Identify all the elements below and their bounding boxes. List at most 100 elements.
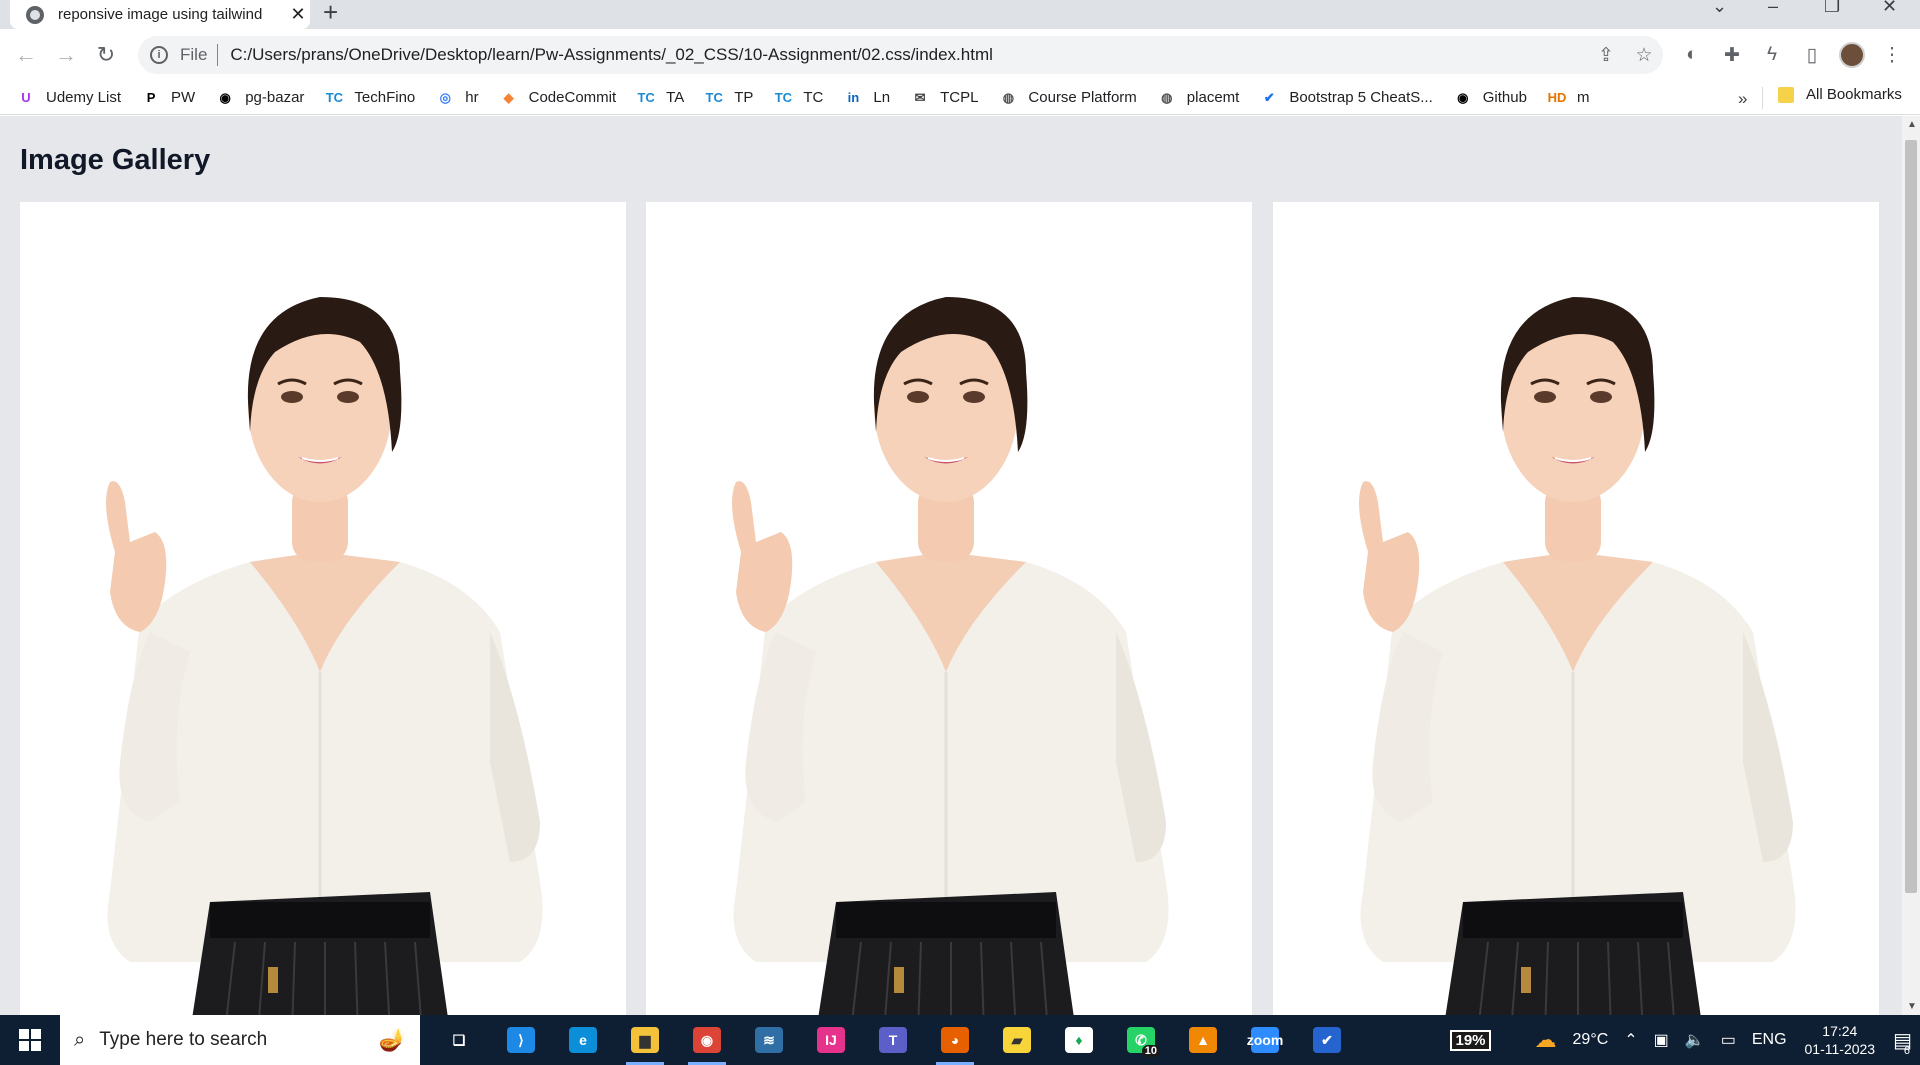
- edge-icon[interactable]: e: [552, 1015, 614, 1065]
- notification-icon[interactable]: ▤ 6: [1893, 1028, 1912, 1057]
- search-icon: ⌕: [74, 1028, 86, 1051]
- app-glyph: ▰: [1003, 1027, 1031, 1053]
- bookmark-item[interactable]: ◉ pg-bazar: [215, 88, 305, 108]
- reload-icon[interactable]: ↻: [86, 42, 126, 68]
- bookmark-item[interactable]: ◍ placemt: [1157, 88, 1239, 108]
- bookmark-label: TP: [734, 89, 754, 106]
- bookmark-item[interactable]: ✔ Bootstrap 5 CheatS...: [1259, 88, 1433, 108]
- task-view-icon[interactable]: ❏: [428, 1015, 490, 1065]
- browser-tab[interactable]: reponsive image using tailwind ✕: [10, 0, 310, 29]
- firefox-icon[interactable]: ◕: [924, 1015, 986, 1065]
- bookmark-item[interactable]: ◉ Github: [1453, 88, 1527, 108]
- battery-icon[interactable]: ▭: [1721, 1030, 1736, 1050]
- bookmark-item[interactable]: U Udemy List: [16, 88, 121, 108]
- bookmark-item[interactable]: HD m: [1547, 88, 1590, 108]
- todo-icon[interactable]: ✔: [1296, 1015, 1358, 1065]
- gallery-image: [20, 202, 626, 1015]
- profile-avatar[interactable]: [1832, 42, 1872, 68]
- all-bookmarks-button[interactable]: All Bookmarks: [1778, 86, 1902, 103]
- whatsapp-icon[interactable]: ✆ 10: [1110, 1015, 1172, 1065]
- all-bookmarks-label: All Bookmarks: [1806, 86, 1902, 103]
- taskbar-search[interactable]: ⌕ Type here to search 🪔: [60, 1015, 420, 1065]
- star-icon[interactable]: ☆: [1625, 44, 1663, 67]
- meet-now-icon[interactable]: ▣: [1654, 1030, 1669, 1050]
- bookmark-item[interactable]: ✉ TCPL: [910, 88, 979, 108]
- app-glyph: ▆: [631, 1027, 659, 1053]
- taskbar-apps: ❏ ⟩ e ▆ ◉ ≋ IJ T ◕ ▰ ♦ ✆ 10 ▲ zoom ✔: [428, 1015, 1358, 1065]
- close-tab-icon[interactable]: ✕: [286, 4, 310, 25]
- bookmark-item[interactable]: TC TC: [773, 88, 824, 108]
- bookmark-item[interactable]: TC TechFino: [324, 88, 416, 108]
- side-panel-icon[interactable]: ▯: [1792, 44, 1832, 67]
- spy-extension-icon[interactable]: ◐: [1672, 44, 1712, 66]
- clock[interactable]: 17:24 01-11-2023: [1805, 1022, 1876, 1058]
- restore-icon[interactable]: ❐: [1824, 0, 1840, 17]
- udemy-icon: U: [21, 90, 31, 105]
- scrollbar-thumb[interactable]: [1905, 140, 1917, 893]
- bookmarks-bar: U Udemy List P PW ◉ pg-bazar TC TechFino ◎ hr ◆ Cod…: [0, 81, 1920, 115]
- app-glyph: e: [569, 1027, 597, 1053]
- intellij-icon[interactable]: IJ: [800, 1015, 862, 1065]
- bookmark-item[interactable]: P PW: [141, 88, 196, 108]
- bookmark-label: TechFino: [354, 89, 416, 106]
- zoom-icon[interactable]: zoom: [1234, 1015, 1296, 1065]
- bookmark-label: CodeCommit: [528, 89, 617, 106]
- url-text[interactable]: C:/Users/prans/OneDrive/Desktop/learn/Pw…: [230, 45, 1587, 65]
- menu-icon[interactable]: ⋮: [1872, 44, 1912, 67]
- volume-icon[interactable]: 🔈: [1685, 1030, 1705, 1050]
- diwali-lamp-icon[interactable]: 🪔: [379, 1027, 406, 1053]
- globe-icon: [26, 5, 44, 24]
- codecommit-icon: ◆: [503, 89, 514, 105]
- tc-icon: TC: [637, 90, 655, 105]
- share-icon[interactable]: ⇪: [1587, 44, 1625, 67]
- new-tab-button[interactable]: +: [323, 0, 338, 28]
- tc-icon: TC: [774, 90, 793, 105]
- vertical-scrollbar[interactable]: ▲ ▼: [1902, 116, 1920, 1015]
- scroll-down-icon[interactable]: ▼: [1907, 1001, 1917, 1012]
- chrome-icon[interactable]: ◉: [676, 1015, 738, 1065]
- bookmark-label: Course Platform: [1028, 89, 1137, 106]
- chevron-down-icon[interactable]: ⌄: [1712, 0, 1727, 17]
- bookmark-item[interactable]: ◎ hr: [435, 88, 479, 108]
- app-glyph: ◕: [941, 1027, 969, 1053]
- bookmark-item[interactable]: ◆ CodeCommit: [499, 88, 617, 108]
- more-bookmarks-icon[interactable]: »: [1738, 89, 1747, 109]
- bookmark-item[interactable]: ◍ Course Platform: [998, 88, 1137, 108]
- weather-temp[interactable]: 29°C: [1573, 1031, 1609, 1049]
- puzzle-icon[interactable]: ✚: [1712, 44, 1752, 67]
- info-icon[interactable]: i: [150, 46, 168, 64]
- mysql-workbench-icon[interactable]: ≋: [738, 1015, 800, 1065]
- language-indicator[interactable]: ENG: [1752, 1031, 1787, 1049]
- weather-icon[interactable]: ☁: [1535, 1027, 1557, 1053]
- minimize-icon[interactable]: –: [1768, 0, 1778, 17]
- forward-icon[interactable]: →: [46, 42, 86, 68]
- mongodb-compass-icon[interactable]: ♦: [1048, 1015, 1110, 1065]
- bookmark-label: PW: [171, 89, 196, 106]
- start-button[interactable]: [0, 1015, 60, 1065]
- gallery-image: [1273, 202, 1879, 1015]
- globe-icon: ◍: [1161, 89, 1173, 105]
- file-explorer-icon[interactable]: ▆: [614, 1015, 676, 1065]
- app-glyph: ≋: [755, 1027, 783, 1053]
- bookmark-label: TA: [666, 89, 685, 106]
- back-icon[interactable]: ←: [6, 42, 46, 68]
- battery-indicator[interactable]: 19%: [1450, 1029, 1491, 1051]
- bookmark-label: Udemy List: [46, 89, 122, 106]
- extensions-area: ◐ ✚ ϟ ▯ ⋮: [1672, 29, 1912, 81]
- bookmark-item[interactable]: TC TP: [704, 88, 754, 108]
- draw-icon[interactable]: ▲: [1172, 1015, 1234, 1065]
- bookmark-item[interactable]: TC TA: [636, 88, 684, 108]
- windows-icon: [19, 1029, 41, 1051]
- close-window-icon[interactable]: ✕: [1882, 0, 1897, 17]
- teams-icon[interactable]: T: [862, 1015, 924, 1065]
- chevron-up-icon[interactable]: ⌃: [1624, 1030, 1637, 1050]
- windows-taskbar: ⌕ Type here to search 🪔 ❏ ⟩ e ▆ ◉ ≋ IJ T ◕ ▰ ♦ ✆ 10 ▲…: [0, 1015, 1920, 1065]
- performance-icon[interactable]: ϟ: [1752, 44, 1792, 66]
- app-badge: 10: [1141, 1045, 1160, 1057]
- scroll-up-icon[interactable]: ▲: [1907, 119, 1917, 130]
- address-bar[interactable]: i File C:/Users/prans/OneDrive/Desktop/l…: [138, 36, 1663, 74]
- sticky-notes-icon[interactable]: ▰: [986, 1015, 1048, 1065]
- bookmark-label: TCPL: [940, 89, 979, 106]
- vscode-icon[interactable]: ⟩: [490, 1015, 552, 1065]
- bookmark-item[interactable]: in Ln: [843, 88, 890, 108]
